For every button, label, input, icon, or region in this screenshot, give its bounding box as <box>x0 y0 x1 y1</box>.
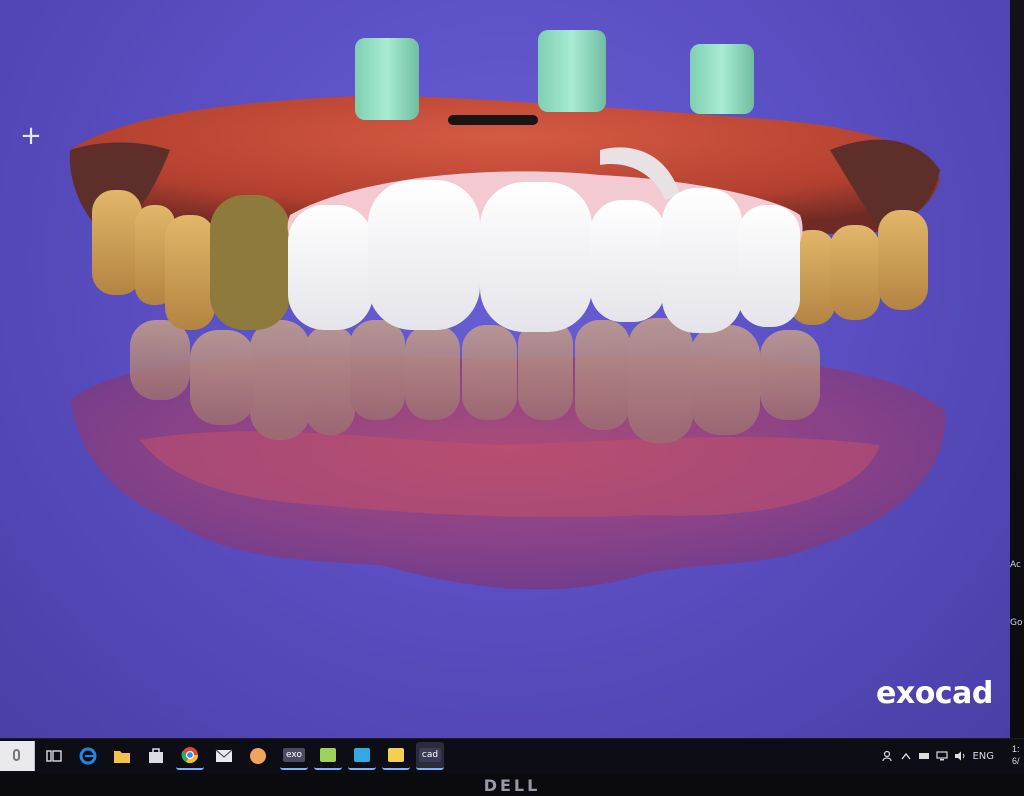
clipped-edge-text: Ac Go <box>1010 560 1024 680</box>
clipped-text-2: Go <box>1010 618 1023 628</box>
monitor-brand-logo: DELL <box>0 775 1024 796</box>
clock-date: 6/ <box>1012 756 1020 766</box>
exocad-cad-icon[interactable]: cad <box>416 742 444 770</box>
windows-taskbar: exo cad ENG 1: 6/ <box>0 738 1024 773</box>
exocad-exo-icon[interactable]: exo <box>280 742 308 770</box>
edge-browser-icon[interactable] <box>74 742 102 770</box>
cursor-crosshair: + <box>20 121 42 151</box>
clipped-text-1: Ac <box>1010 560 1021 570</box>
language-indicator[interactable]: ENG <box>972 751 994 762</box>
implant-abutments <box>355 30 754 125</box>
orange-app-icon[interactable] <box>244 742 272 770</box>
dell-logo-text: DELL <box>483 776 541 795</box>
exo-icon-label: exo <box>283 748 305 762</box>
taskbar-clock[interactable]: 1: 6/ <box>1012 743 1024 769</box>
green-app-icon[interactable] <box>314 742 342 770</box>
yellow-app-icon[interactable] <box>382 742 410 770</box>
task-view-icon[interactable] <box>40 742 68 770</box>
volume-icon[interactable] <box>954 750 966 762</box>
people-icon[interactable] <box>882 750 894 762</box>
taskbar-search-box[interactable] <box>0 741 35 771</box>
usb-icon[interactable] <box>918 750 930 762</box>
mail-icon[interactable] <box>210 742 238 770</box>
clock-time: 1: <box>1012 744 1020 754</box>
chrome-icon[interactable] <box>176 742 204 770</box>
3d-viewport[interactable] <box>0 0 1010 738</box>
exocad-logo: exocad <box>876 676 993 711</box>
cad-icon-label: cad <box>418 748 442 762</box>
network-icon[interactable] <box>936 750 949 762</box>
file-explorer-icon[interactable] <box>108 742 136 770</box>
chevron-up-icon[interactable] <box>900 750 912 762</box>
store-icon[interactable] <box>142 742 170 770</box>
screen: + exocad <box>0 0 1010 738</box>
system-tray: ENG <box>882 739 1010 773</box>
blue-app-icon[interactable] <box>348 742 376 770</box>
microphone-icon[interactable] <box>13 749 20 761</box>
